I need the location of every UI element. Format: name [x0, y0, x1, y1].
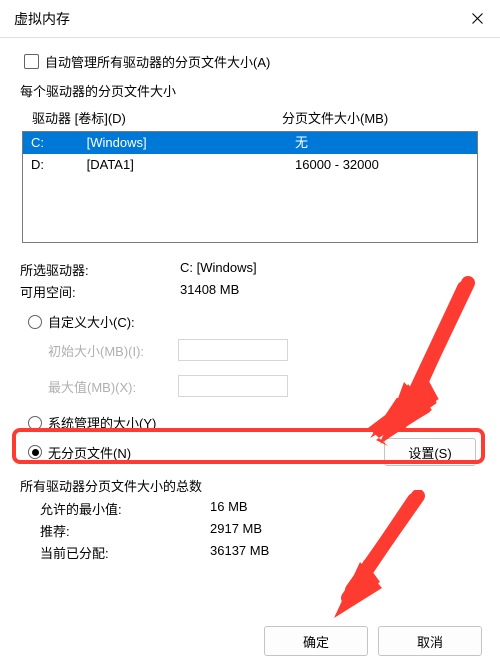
dialog-buttons: 确定 取消: [264, 626, 482, 656]
no-paging-radio[interactable]: [28, 445, 42, 459]
max-size-input[interactable]: [178, 375, 288, 397]
drive-label: [Windows]: [87, 135, 147, 150]
auto-manage-row[interactable]: 自动管理所有驱动器的分页文件大小(A): [20, 52, 480, 71]
system-managed-radio[interactable]: [28, 416, 42, 430]
avail-space-row: 可用空间: 31408 MB: [20, 282, 480, 301]
drive-row-d[interactable]: D: [DATA1] 16000 - 32000: [23, 154, 477, 176]
system-managed-radio-row[interactable]: 系统管理的大小(Y): [20, 413, 480, 432]
totals-cur-row: 当前已分配: 36137 MB: [20, 543, 480, 562]
set-button[interactable]: 设置(S): [384, 438, 476, 466]
custom-size-label: 自定义大小(C):: [48, 312, 135, 331]
selected-drive-row: 所选驱动器: C: [Windows]: [20, 260, 480, 279]
selected-drive-label: 所选驱动器:: [20, 260, 180, 279]
totals-rec-row: 推荐: 2917 MB: [20, 521, 480, 540]
initial-size-input[interactable]: [178, 339, 288, 361]
totals-cur-label: 当前已分配:: [40, 543, 210, 562]
drive-letter: C:: [31, 134, 83, 152]
max-size-label: 最大值(MB)(X):: [48, 377, 178, 396]
initial-size-row: 初始大小(MB)(I):: [20, 335, 480, 365]
totals-cur-value: 36137 MB: [210, 543, 480, 562]
totals-heading: 所有驱动器分页文件大小的总数: [20, 476, 480, 495]
dialog-title: 虚拟内存: [14, 9, 70, 29]
drive-size: 无: [281, 134, 477, 152]
ok-button[interactable]: 确定: [264, 626, 368, 656]
drive-header-drive: 驱动器 [卷标](D): [32, 108, 282, 127]
close-button[interactable]: [454, 0, 500, 38]
cancel-button[interactable]: 取消: [378, 626, 482, 656]
auto-manage-label: 自动管理所有驱动器的分页文件大小(A): [45, 52, 270, 71]
drive-label: [DATA1]: [87, 157, 134, 172]
avail-space-label: 可用空间:: [20, 282, 180, 301]
drive-list[interactable]: C: [Windows] 无 D: [DATA1] 16000 - 32000: [22, 131, 478, 243]
drive-size: 16000 - 32000: [281, 156, 477, 174]
close-icon: [472, 13, 483, 24]
initial-size-label: 初始大小(MB)(I):: [48, 341, 178, 360]
titlebar: 虚拟内存: [0, 0, 500, 38]
custom-size-radio-row[interactable]: 自定义大小(C):: [20, 312, 480, 331]
totals-min-row: 允许的最小值: 16 MB: [20, 499, 480, 518]
drives-group-heading: 每个驱动器的分页文件大小: [20, 81, 480, 100]
auto-manage-checkbox[interactable]: [24, 54, 39, 69]
totals-rec-value: 2917 MB: [210, 521, 480, 540]
totals-min-value: 16 MB: [210, 499, 480, 518]
max-size-row: 最大值(MB)(X):: [20, 371, 480, 401]
custom-size-radio[interactable]: [28, 315, 42, 329]
drive-row-c[interactable]: C: [Windows] 无: [23, 132, 477, 154]
no-paging-row: 无分页文件(N) 设置(S): [20, 438, 480, 466]
drive-header-size: 分页文件大小(MB): [282, 108, 480, 127]
system-managed-label: 系统管理的大小(Y): [48, 413, 156, 432]
avail-space-value: 31408 MB: [180, 282, 480, 301]
totals-min-label: 允许的最小值:: [40, 499, 210, 518]
no-paging-label: 无分页文件(N): [48, 443, 131, 462]
totals-rec-label: 推荐:: [40, 521, 210, 540]
drive-list-header: 驱动器 [卷标](D) 分页文件大小(MB): [20, 106, 480, 131]
selected-drive-value: C: [Windows]: [180, 260, 480, 279]
drive-letter: D:: [31, 156, 83, 174]
